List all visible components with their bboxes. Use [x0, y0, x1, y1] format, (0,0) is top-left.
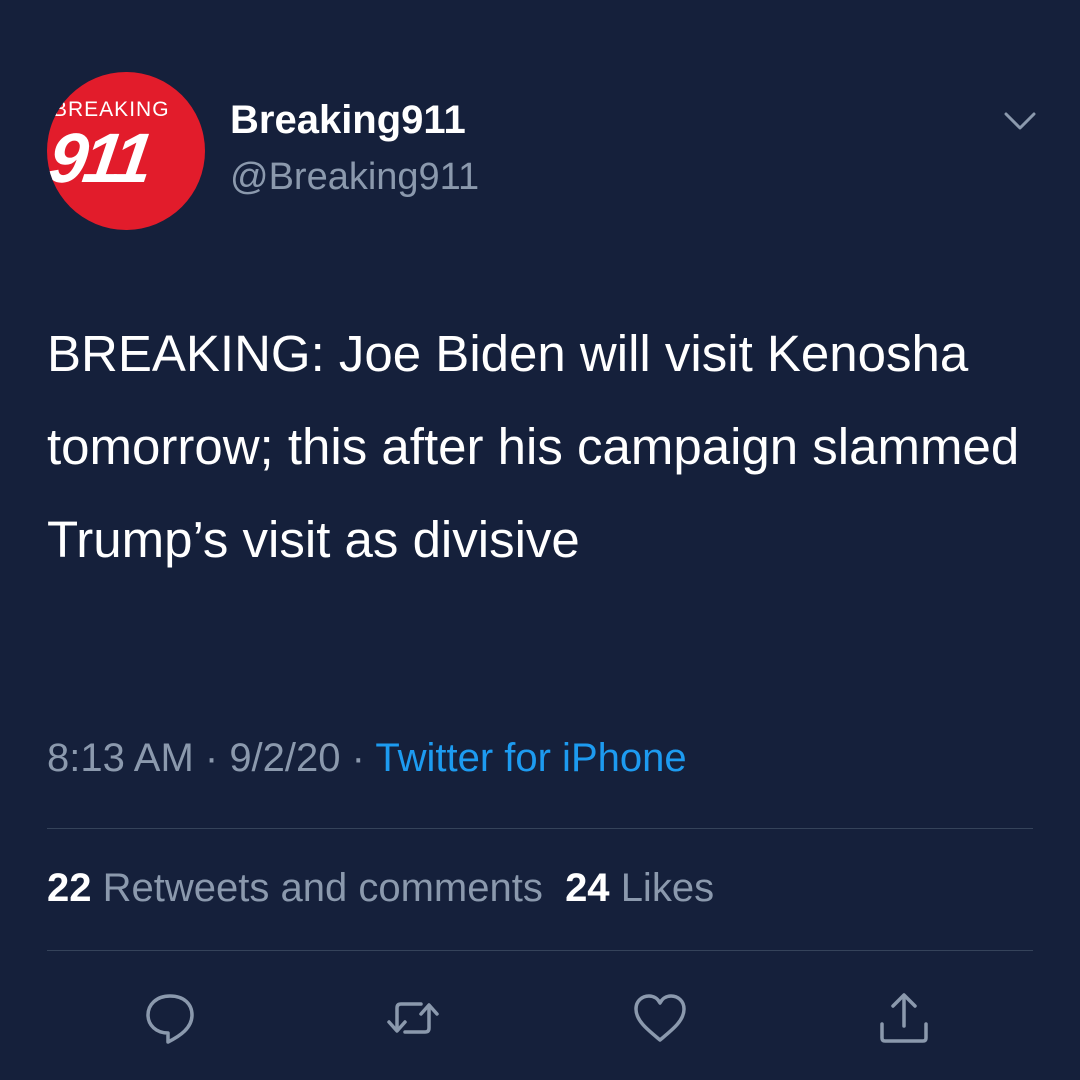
tweet-meta: 8:13 AM · 9/2/20 · Twitter for iPhone — [47, 736, 687, 781]
tweet-stats: 22 Retweets and comments 24 Likes — [47, 866, 714, 911]
avatar[interactable]: BREAKING 911 — [47, 72, 205, 230]
divider — [47, 950, 1033, 951]
tweet-date: 9/2/20 — [229, 736, 341, 780]
tweet-time: 8:13 AM — [47, 736, 194, 780]
display-name[interactable]: Breaking911 — [230, 98, 466, 143]
reply-icon — [146, 994, 194, 1044]
meta-separator: · — [193, 736, 230, 780]
retweets-stat[interactable]: 22 Retweets and comments — [47, 866, 543, 910]
tweet-source-link[interactable]: Twitter for iPhone — [375, 736, 686, 780]
share-icon — [880, 993, 928, 1043]
meta-separator: · — [340, 736, 376, 780]
heart-icon — [634, 994, 686, 1042]
chevron-down-icon[interactable] — [1000, 104, 1040, 136]
share-button[interactable] — [874, 988, 934, 1048]
likes-stat[interactable]: 24 Likes — [565, 866, 714, 910]
retweets-label: Retweets and comments — [102, 866, 543, 910]
likes-count: 24 — [565, 866, 610, 910]
likes-label: Likes — [620, 866, 715, 910]
tweet-text: BREAKING: Joe Biden will visit Kenosha t… — [47, 325, 1020, 568]
divider — [47, 828, 1033, 829]
user-handle[interactable]: @Breaking911 — [230, 156, 479, 199]
retweet-icon — [387, 1002, 439, 1034]
avatar-logo-number: 911 — [47, 119, 155, 197]
retweet-button[interactable] — [383, 988, 443, 1048]
retweets-count: 22 — [47, 866, 92, 910]
reply-button[interactable] — [140, 988, 200, 1048]
like-button[interactable] — [630, 988, 690, 1048]
